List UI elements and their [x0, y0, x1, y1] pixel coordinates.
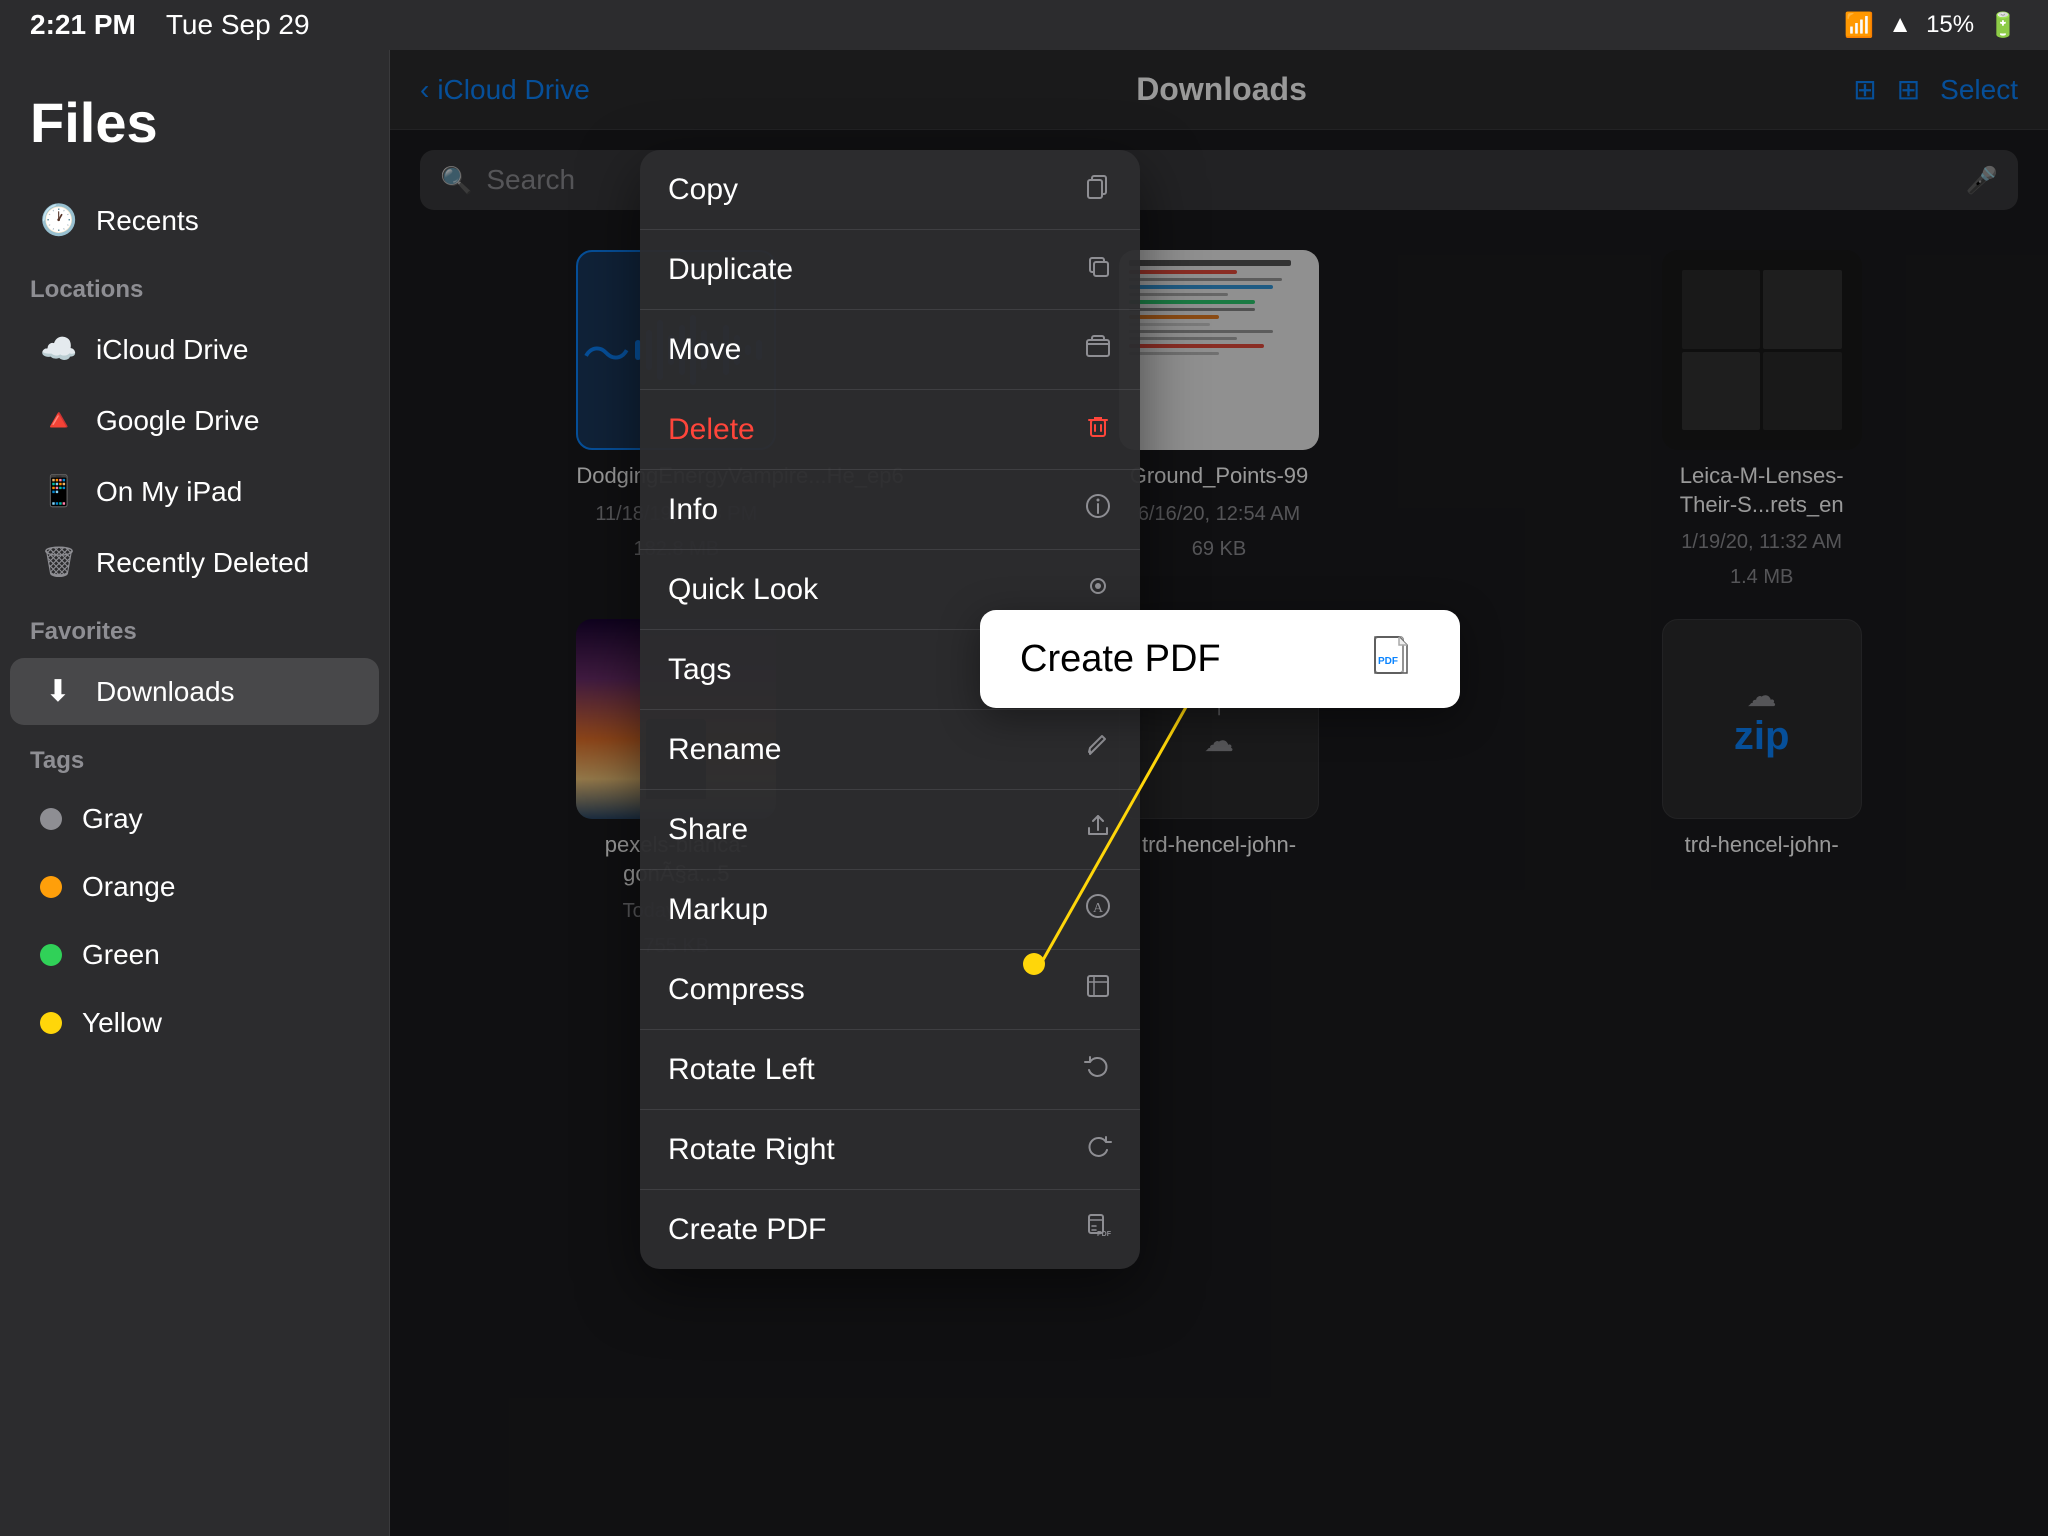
create-pdf-callout: Create PDF PDF [980, 610, 1460, 708]
create-pdf-icon: PDF [1084, 1212, 1112, 1247]
tag-dot-green [40, 944, 62, 966]
overlay[interactable] [390, 50, 2048, 1536]
sidebar-item-tag-gray[interactable]: Gray [10, 787, 379, 851]
menu-item-compress[interactable]: Compress [640, 950, 1140, 1030]
tag-dot-gray [40, 808, 62, 830]
context-menu: Copy Duplicate Move [640, 150, 1140, 1269]
tag-yellow-label: Yellow [82, 1007, 162, 1039]
menu-item-share[interactable]: Share [640, 790, 1140, 870]
menu-label-share: Share [668, 813, 748, 847]
svg-text:PDF: PDF [1097, 1231, 1112, 1238]
move-icon [1084, 332, 1112, 367]
google-label: Google Drive [96, 405, 259, 437]
menu-item-create-pdf[interactable]: Create PDF PDF [640, 1190, 1140, 1269]
menu-label-compress: Compress [668, 973, 805, 1007]
menu-label-tags: Tags [668, 653, 731, 687]
menu-item-delete[interactable]: Delete [640, 390, 1140, 470]
menu-item-info[interactable]: Info [640, 470, 1140, 550]
downloads-icon: ⬇ [40, 674, 76, 709]
rotate-right-icon [1084, 1132, 1112, 1167]
recents-icon: 🕐 [40, 203, 76, 238]
markup-icon: A [1084, 892, 1112, 927]
menu-item-rotate-left[interactable]: Rotate Left [640, 1030, 1140, 1110]
deleted-label: Recently Deleted [96, 547, 309, 579]
menu-label-copy: Copy [668, 173, 738, 207]
menu-item-rotate-right[interactable]: Rotate Right [640, 1110, 1140, 1190]
trash-icon: 🗑 [40, 545, 76, 580]
wifi-icon: 📶 [1844, 11, 1874, 40]
signal-icon: ▲ [1888, 11, 1912, 39]
sidebar-item-tag-yellow[interactable]: Yellow [10, 991, 379, 1055]
menu-label-rename: Rename [668, 733, 781, 767]
menu-label-markup: Markup [668, 893, 768, 927]
quicklook-icon [1084, 572, 1112, 607]
callout-label: Create PDF [1020, 638, 1221, 681]
menu-label-rotate-left: Rotate Left [668, 1053, 815, 1087]
menu-label-create-pdf: Create PDF [668, 1213, 826, 1247]
menu-item-rename[interactable]: Rename [640, 710, 1140, 790]
sidebar: Files 🕐 Recents Locations ☁️ iCloud Driv… [0, 50, 390, 1536]
battery-icon: 🔋 [1988, 11, 2018, 40]
app-container: Files 🕐 Recents Locations ☁️ iCloud Driv… [0, 50, 2048, 1536]
status-time: 2:21 PM [30, 9, 136, 41]
rotate-left-icon [1084, 1052, 1112, 1087]
menu-label-quicklook: Quick Look [668, 573, 818, 607]
sidebar-item-ipad[interactable]: 📱 On My iPad [10, 458, 379, 525]
favorites-section: Favorites [0, 598, 389, 656]
svg-text:PDF: PDF [1378, 656, 1398, 667]
tag-dot-yellow [40, 1012, 62, 1034]
status-right: 📶 ▲ 15% 🔋 [1844, 11, 2018, 40]
icloud-icon: ☁️ [40, 332, 76, 367]
duplicate-icon [1084, 252, 1112, 287]
sidebar-item-tag-green[interactable]: Green [10, 923, 379, 987]
tag-green-label: Green [82, 939, 160, 971]
battery-level: 15% [1926, 11, 1974, 39]
status-left: 2:21 PM Tue Sep 29 [30, 9, 310, 41]
recents-label: Recents [96, 205, 199, 237]
status-bar: 2:21 PM Tue Sep 29 📶 ▲ 15% 🔋 [0, 0, 2048, 50]
rename-icon [1084, 732, 1112, 767]
menu-item-move[interactable]: Move [640, 310, 1140, 390]
tag-orange-label: Orange [82, 871, 175, 903]
sidebar-item-deleted[interactable]: 🗑 Recently Deleted [10, 529, 379, 596]
sidebar-item-icloud[interactable]: ☁️ iCloud Drive [10, 316, 379, 383]
menu-label-duplicate: Duplicate [668, 253, 793, 287]
delete-icon [1084, 412, 1112, 447]
menu-item-duplicate[interactable]: Duplicate [640, 230, 1140, 310]
share-icon [1084, 812, 1112, 847]
compress-icon [1084, 972, 1112, 1007]
sidebar-item-downloads[interactable]: ⬇ Downloads [10, 658, 379, 725]
downloads-label: Downloads [96, 676, 235, 708]
locations-section: Locations [0, 256, 389, 314]
tag-dot-orange [40, 876, 62, 898]
content-area: ‹ iCloud Drive Downloads ⊞ ⊞ Select 🔍 Se… [390, 50, 2048, 1536]
tags-section: Tags [0, 727, 389, 785]
google-icon: 🔺 [40, 403, 76, 438]
menu-label-move: Move [668, 333, 741, 367]
sidebar-title: Files [0, 80, 389, 185]
sidebar-item-recents[interactable]: 🕐 Recents [10, 187, 379, 254]
menu-item-copy[interactable]: Copy [640, 150, 1140, 230]
callout-pdf-icon: PDF [1370, 634, 1420, 684]
ipad-icon: 📱 [40, 474, 76, 509]
svg-text:A: A [1093, 901, 1104, 916]
icloud-label: iCloud Drive [96, 334, 249, 366]
ipad-label: On My iPad [96, 476, 242, 508]
menu-label-info: Info [668, 493, 718, 527]
menu-label-rotate-right: Rotate Right [668, 1133, 835, 1167]
tag-gray-label: Gray [82, 803, 143, 835]
annotation-dot [1023, 953, 1045, 975]
sidebar-item-tag-orange[interactable]: Orange [10, 855, 379, 919]
menu-item-markup[interactable]: Markup A [640, 870, 1140, 950]
copy-icon [1084, 172, 1112, 207]
sidebar-item-google[interactable]: 🔺 Google Drive [10, 387, 379, 454]
info-icon [1084, 492, 1112, 527]
status-date: Tue Sep 29 [166, 9, 310, 41]
menu-label-delete: Delete [668, 413, 755, 447]
